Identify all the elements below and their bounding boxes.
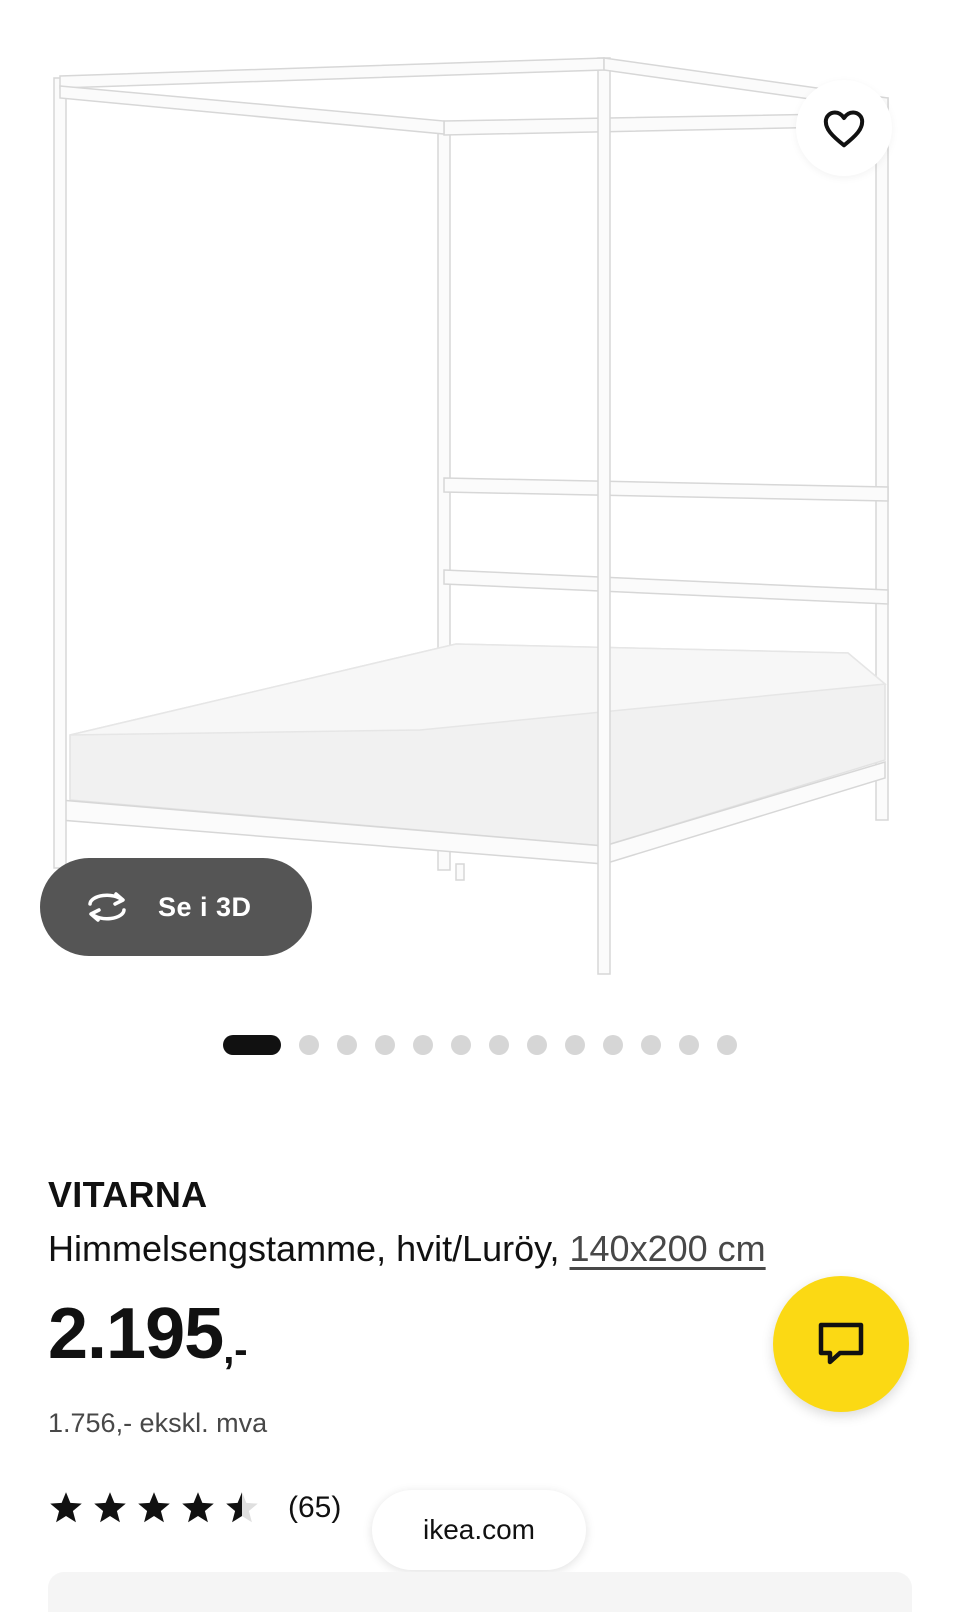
rating-stars (48, 1490, 260, 1526)
product-rating[interactable]: (65) (48, 1490, 341, 1526)
chat-bubble-icon (818, 1322, 864, 1365)
pagination-dot[interactable] (679, 1035, 699, 1055)
star-icon (182, 1492, 214, 1523)
pagination-dot[interactable] (641, 1035, 661, 1055)
pagination-dot[interactable] (337, 1035, 357, 1055)
review-count[interactable]: (65) (288, 1491, 341, 1525)
pagination-dot-active[interactable] (223, 1035, 281, 1055)
price-main: 2.195 (48, 1294, 224, 1374)
price-ex-vat: 1.756,- ekskl. mva (48, 1408, 268, 1438)
view-in-3d-button[interactable]: Se i 3D (40, 858, 312, 956)
view-in-3d-label: Se i 3D (158, 891, 252, 922)
pagination-dot[interactable] (565, 1035, 585, 1055)
pagination-dot[interactable] (299, 1035, 319, 1055)
star-icon (226, 1492, 258, 1523)
browser-url-bar[interactable]: ikea.com (372, 1490, 586, 1570)
pagination-dot[interactable] (527, 1035, 547, 1055)
product-brand: VITARNA (48, 1174, 208, 1215)
bottom-panel (48, 1572, 912, 1612)
product-price: 2.195 ,- (48, 1298, 248, 1373)
pagination-dot[interactable] (489, 1035, 509, 1055)
product-info: VITARNA Himmelsengstamme, hvit/Luröy, 14… (48, 1174, 928, 1270)
product-description: Himmelsengstamme, hvit/Luröy, 140x200 cm (48, 1228, 928, 1270)
rotate-3d-icon (88, 892, 126, 922)
product-gallery[interactable]: Se i 3D (0, 0, 960, 1000)
pagination-dot[interactable] (603, 1035, 623, 1055)
pagination-dot[interactable] (413, 1035, 433, 1055)
pagination-dot[interactable] (717, 1035, 737, 1055)
star-icon (50, 1492, 82, 1523)
product-size-link[interactable]: 140x200 cm (570, 1228, 766, 1269)
heart-icon (823, 110, 865, 148)
star-icon (94, 1492, 126, 1523)
price-suffix: ,- (223, 1328, 248, 1372)
pagination-dot[interactable] (375, 1035, 395, 1055)
product-description-text: Himmelsengstamme, hvit/Luröy, (48, 1228, 560, 1269)
gallery-pagination (0, 1030, 960, 1060)
chat-button[interactable] (773, 1276, 909, 1412)
favorite-button[interactable] (796, 80, 892, 176)
pagination-dot[interactable] (451, 1035, 471, 1055)
star-icon (138, 1492, 170, 1523)
